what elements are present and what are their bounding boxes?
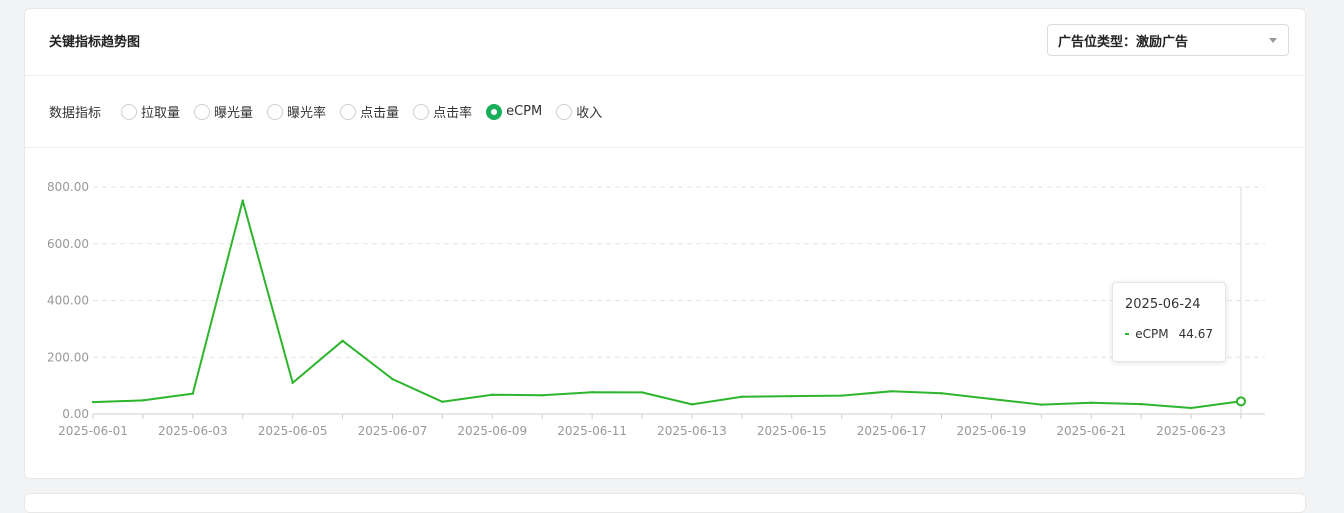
metric-label: 数据指标	[49, 106, 102, 121]
radio-icon	[267, 103, 284, 120]
data-point	[491, 393, 494, 396]
data-point	[590, 390, 594, 394]
card-header: 关键指标趋势图 广告位类型：激励广告	[25, 9, 1305, 76]
y-tick-label: 400.00	[47, 294, 89, 308]
radio-label: eCPM	[506, 104, 543, 119]
radio-label: 点击率	[433, 106, 473, 121]
y-tick-label: 200.00	[47, 350, 89, 364]
radio-clicks[interactable]: 点击量	[340, 102, 399, 121]
select-value: 广告位类型：激励广告	[1058, 34, 1189, 50]
x-tick-label: 2025-06-23	[1156, 424, 1226, 438]
data-point	[790, 394, 793, 398]
data-point	[541, 394, 544, 397]
radio-label: 拉取量	[141, 106, 181, 121]
radio-icon	[556, 103, 573, 120]
y-tick-label: 0.00	[62, 407, 89, 421]
ad-slot-type-select[interactable]: 广告位类型：激励广告	[1047, 24, 1289, 56]
data-point	[940, 392, 943, 395]
radio-click-rate[interactable]: 点击率	[413, 102, 472, 121]
y-tick-label: 600.00	[47, 237, 89, 251]
highlighted-data-point	[1236, 396, 1246, 407]
x-tick-label: 2025-06-05	[258, 424, 328, 438]
data-point	[191, 392, 195, 395]
x-tick-label: 2025-06-11	[557, 424, 627, 438]
data-point	[840, 394, 843, 397]
caret-down-icon	[1269, 38, 1277, 43]
radio-icon	[194, 103, 211, 120]
tooltip-series-name: eCPM	[1135, 327, 1169, 341]
data-point	[291, 381, 294, 384]
radio-icon	[413, 103, 430, 120]
metric-selector: 数据指标 拉取量 曝光量 曝光率 点击量 点击率 eCPM 收入	[25, 76, 1305, 148]
x-tick-label: 2025-06-17	[857, 424, 927, 438]
series-swatch	[1125, 333, 1130, 335]
chart-tooltip: 2025-06-24 eCPM 44.67	[1112, 282, 1226, 362]
radio-revenue[interactable]: 收入	[556, 102, 602, 121]
data-point	[441, 400, 444, 403]
radio-label: 曝光量	[214, 106, 254, 121]
data-point	[1040, 403, 1043, 406]
data-point	[241, 199, 244, 202]
radio-ecpm[interactable]: eCPM	[486, 103, 543, 120]
data-point	[341, 339, 344, 342]
x-tick-label: 2025-06-19	[957, 424, 1027, 438]
ecpm-series-line	[92, 199, 1242, 409]
next-card	[24, 493, 1306, 513]
x-tick-label: 2025-06-03	[158, 424, 228, 438]
data-point	[640, 391, 644, 394]
card-title: 关键指标趋势图	[49, 35, 141, 50]
data-point	[1139, 402, 1143, 406]
radio-icon	[121, 103, 138, 120]
x-tick-label: 2025-06-13	[657, 424, 727, 438]
radio-label: 点击量	[360, 106, 400, 121]
radio-pull-count[interactable]: 拉取量	[121, 102, 180, 121]
x-tick-label: 2025-06-07	[358, 424, 428, 438]
trend-card: 关键指标趋势图 广告位类型：激励广告 数据指标 拉取量 曝光量 曝光率 点击量 …	[24, 8, 1306, 479]
tooltip-date: 2025-06-24	[1125, 297, 1201, 312]
tooltip-row: eCPM 44.67	[1125, 327, 1213, 341]
data-point	[91, 400, 95, 404]
radio-icon	[340, 103, 357, 120]
x-tick-label: 2025-06-09	[457, 424, 527, 438]
x-tick-label: 2025-06-15	[757, 424, 827, 438]
data-point	[1090, 401, 1093, 404]
data-point	[890, 390, 893, 393]
radio-impressions[interactable]: 曝光量	[194, 102, 253, 121]
radio-label: 收入	[576, 106, 603, 121]
radio-impression-rate[interactable]: 曝光率	[267, 102, 326, 121]
data-point	[391, 377, 394, 381]
radio-checked-icon	[486, 103, 503, 120]
x-tick-label: 2025-06-01	[58, 424, 128, 438]
data-point	[990, 397, 993, 401]
data-point	[690, 403, 694, 406]
data-point	[740, 395, 744, 398]
x-tick-label: 2025-06-21	[1056, 424, 1126, 438]
radio-label: 曝光率	[287, 106, 327, 121]
data-point	[141, 399, 145, 402]
data-point	[1189, 406, 1193, 410]
tooltip-value: 44.67	[1178, 327, 1213, 341]
y-tick-label: 800.00	[47, 180, 89, 194]
